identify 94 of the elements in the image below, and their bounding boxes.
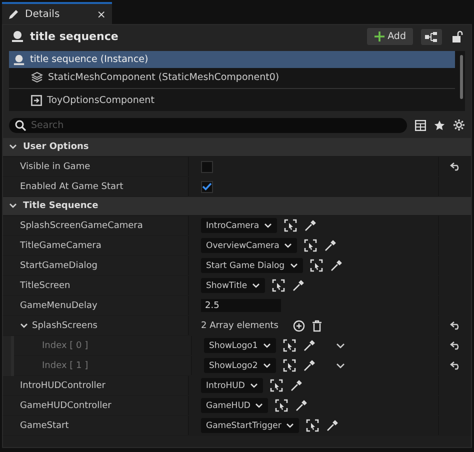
- component-label: title sequence (Instance): [30, 54, 148, 65]
- select-actor-icon[interactable]: [306, 419, 320, 432]
- chevron-down-icon[interactable]: [336, 342, 345, 348]
- property-label: Index [ 1 ]: [42, 360, 88, 370]
- asset-dropdown[interactable]: GameHUD: [201, 398, 268, 413]
- add-button[interactable]: Add: [366, 28, 413, 45]
- eyedropper-icon[interactable]: [326, 420, 338, 432]
- select-actor-icon[interactable]: [282, 339, 296, 352]
- property-label: GameMenuDelay: [20, 300, 98, 310]
- chevron-down-icon: [290, 263, 298, 268]
- property-label: GameStart: [20, 420, 69, 430]
- property-label: StartGameDialog: [20, 260, 98, 270]
- chevron-down-icon: [250, 383, 258, 388]
- category-title: User Options: [23, 142, 89, 152]
- pencil-icon: [8, 8, 19, 20]
- reset-icon[interactable]: [450, 162, 460, 171]
- plus-icon: [374, 31, 385, 42]
- asset-dropdown[interactable]: GameStartTrigger: [201, 418, 300, 433]
- chevron-down-icon: [255, 403, 264, 408]
- eyedropper-icon[interactable]: [302, 340, 315, 352]
- eyedropper-icon[interactable]: [295, 400, 308, 412]
- caret-icon[interactable]: [9, 144, 17, 150]
- component-icon: [31, 94, 42, 106]
- component-item[interactable]: StaticMeshComponent (StaticMeshComponent0): [9, 68, 455, 86]
- component-label: ToyOptionsComponent: [47, 94, 154, 106]
- array-count: 2 Array elements: [201, 320, 280, 330]
- actor-title: title sequence: [30, 30, 120, 43]
- category-header[interactable]: Title Sequence: [3, 197, 471, 216]
- property-label: Visible in Game: [20, 162, 90, 172]
- number-field[interactable]: 2.5: [201, 299, 281, 312]
- property-label: GameHUDController: [20, 400, 112, 410]
- chevron-down-icon: [252, 283, 260, 288]
- chevron-down-icon: [262, 363, 271, 368]
- component-item[interactable]: title sequence (Instance): [9, 51, 455, 68]
- asset-dropdown[interactable]: OverviewCamera: [201, 238, 298, 253]
- property-label: SplashScreens: [32, 320, 98, 330]
- scrollbar[interactable]: [460, 55, 463, 99]
- blueprint-button[interactable]: [421, 28, 442, 44]
- select-actor-icon[interactable]: [282, 359, 296, 372]
- checkbox[interactable]: [201, 180, 213, 192]
- select-actor-icon[interactable]: [284, 219, 298, 232]
- select-actor-icon[interactable]: [275, 399, 288, 412]
- chevron-down-icon: [284, 243, 292, 248]
- component-item[interactable]: ToyOptionsComponent: [9, 91, 455, 109]
- search-field[interactable]: Search: [9, 118, 407, 132]
- eyedropper-icon[interactable]: [330, 260, 342, 272]
- chevron-down-icon[interactable]: [336, 362, 345, 368]
- category-title: Title Sequence: [23, 201, 98, 211]
- details-tab[interactable]: Details ×: [2, 2, 112, 24]
- property-label: TitleScreen: [20, 280, 70, 290]
- star-icon[interactable]: [434, 120, 445, 130]
- table-icon[interactable]: [415, 120, 426, 130]
- eyedropper-icon[interactable]: [292, 280, 304, 292]
- trash-icon[interactable]: [312, 320, 322, 332]
- caret-icon[interactable]: [20, 322, 28, 328]
- actor-icon: [11, 30, 24, 43]
- tab-label: Details: [25, 8, 60, 20]
- component-label: StaticMeshComponent (StaticMeshComponent0): [48, 72, 280, 82]
- asset-dropdown[interactable]: ShowLogo1: [204, 338, 276, 353]
- property-label: Enabled At Game Start: [20, 182, 124, 192]
- select-actor-icon[interactable]: [270, 379, 283, 392]
- category-header[interactable]: User Options: [3, 138, 471, 157]
- asset-dropdown[interactable]: Start Game Dialog: [201, 258, 303, 273]
- asset-dropdown[interactable]: IntroCamera: [201, 218, 278, 233]
- asset-dropdown[interactable]: IntroHUD: [201, 378, 263, 393]
- chevron-down-icon: [286, 423, 294, 428]
- property-label: TitleGameCamera: [20, 240, 102, 250]
- close-button[interactable]: ×: [96, 8, 106, 20]
- reset-icon[interactable]: [450, 321, 460, 330]
- chevron-down-icon: [262, 343, 271, 348]
- blueprint-icon: [425, 32, 438, 42]
- lock-icon[interactable]: [452, 30, 463, 43]
- property-label: SplashScreenGameCamera: [20, 220, 143, 230]
- select-actor-icon[interactable]: [304, 239, 318, 252]
- eyedropper-icon[interactable]: [324, 240, 336, 252]
- reset-icon[interactable]: [450, 361, 460, 370]
- asset-dropdown[interactable]: ShowLogo2: [204, 358, 276, 373]
- caret-icon[interactable]: [9, 203, 17, 209]
- settings-icon[interactable]: [453, 119, 465, 131]
- cubes-icon: [31, 72, 43, 82]
- checkbox[interactable]: [201, 160, 213, 172]
- actor-icon: [13, 54, 25, 66]
- eyedropper-icon[interactable]: [304, 220, 316, 232]
- add-element-icon[interactable]: [293, 320, 305, 332]
- reset-icon[interactable]: [450, 341, 460, 350]
- property-label: Index [ 0 ]: [42, 340, 88, 350]
- property-label: IntroHUDController: [20, 380, 106, 390]
- search-icon: [15, 120, 26, 130]
- asset-dropdown[interactable]: ShowTitle: [201, 278, 266, 293]
- eyedropper-icon[interactable]: [290, 380, 302, 392]
- select-actor-icon[interactable]: [272, 279, 286, 292]
- select-actor-icon[interactable]: [310, 259, 323, 272]
- eyedropper-icon[interactable]: [302, 360, 315, 372]
- chevron-down-icon: [264, 223, 272, 228]
